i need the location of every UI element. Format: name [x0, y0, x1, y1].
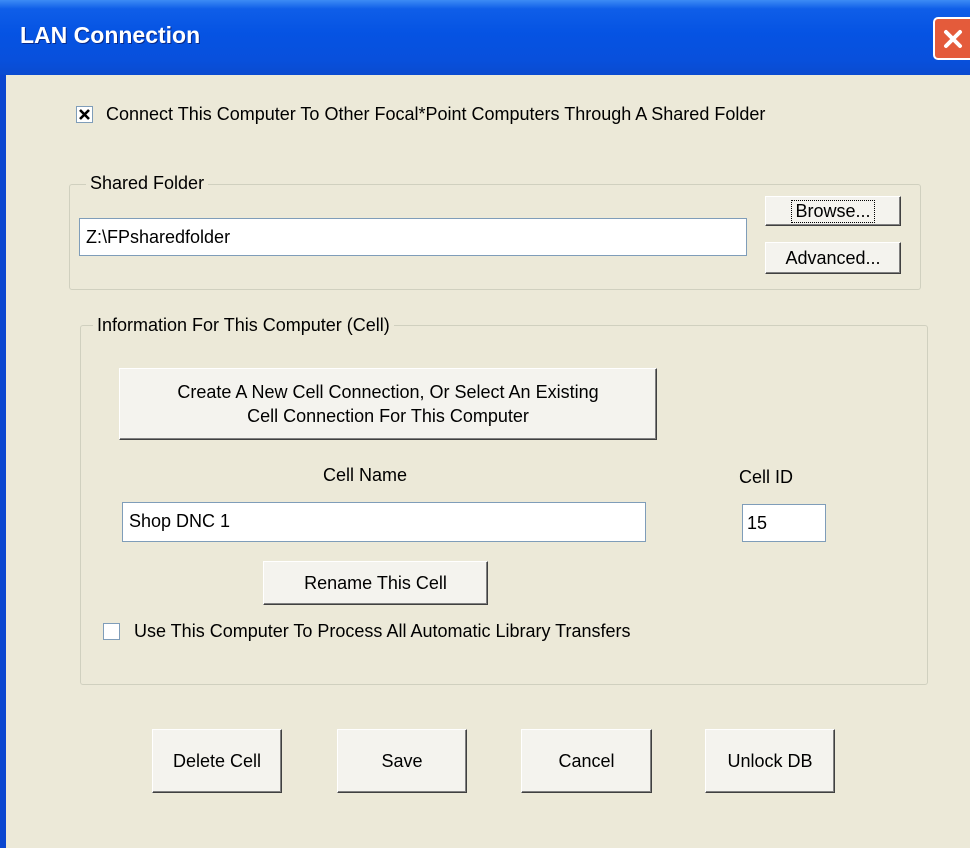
- window-title: LAN Connection: [20, 22, 201, 48]
- close-icon: [944, 30, 962, 48]
- create-cell-connection-button[interactable]: Create A New Cell Connection, Or Select …: [119, 368, 657, 440]
- lan-connection-window: LAN Connection Connect This Computer To …: [0, 0, 970, 848]
- auto-transfer-checkbox-label[interactable]: Use This Computer To Process All Automat…: [134, 621, 631, 642]
- cancel-button[interactable]: Cancel: [521, 729, 652, 793]
- cell-id-label: Cell ID: [739, 467, 794, 487]
- cell-name-input[interactable]: Shop DNC 1: [122, 502, 646, 542]
- rename-cell-button[interactable]: Rename This Cell: [263, 561, 488, 605]
- cell-info-legend: Information For This Computer (Cell): [93, 315, 394, 336]
- browse-button[interactable]: Browse...: [765, 196, 901, 226]
- save-button[interactable]: Save: [337, 729, 467, 793]
- shared-folder-legend: Shared Folder: [86, 173, 209, 194]
- browse-button-label: Browse...: [791, 199, 875, 223]
- unlock-db-button[interactable]: Unlock DB: [705, 729, 835, 793]
- delete-cell-button[interactable]: Delete Cell: [152, 729, 282, 793]
- shared-folder-path-input[interactable]: Z:\FPsharedfolder: [79, 218, 747, 256]
- connect-checkbox[interactable]: [76, 106, 93, 123]
- cell-id-input[interactable]: 15: [742, 504, 826, 542]
- title-bar[interactable]: LAN Connection: [0, 0, 970, 75]
- close-button[interactable]: [933, 17, 970, 60]
- connect-checkbox-label[interactable]: Connect This Computer To Other Focal*Poi…: [106, 104, 765, 125]
- dialog-body: Connect This Computer To Other Focal*Poi…: [0, 75, 970, 848]
- create-cell-line-1: Create A New Cell Connection, Or Select …: [177, 382, 599, 402]
- create-cell-line-2: Cell Connection For This Computer: [247, 406, 529, 426]
- cell-name-label: Cell Name: [323, 465, 408, 485]
- checkmark-icon: [79, 109, 90, 120]
- auto-transfer-checkbox[interactable]: [103, 623, 120, 640]
- advanced-button[interactable]: Advanced...: [765, 242, 901, 274]
